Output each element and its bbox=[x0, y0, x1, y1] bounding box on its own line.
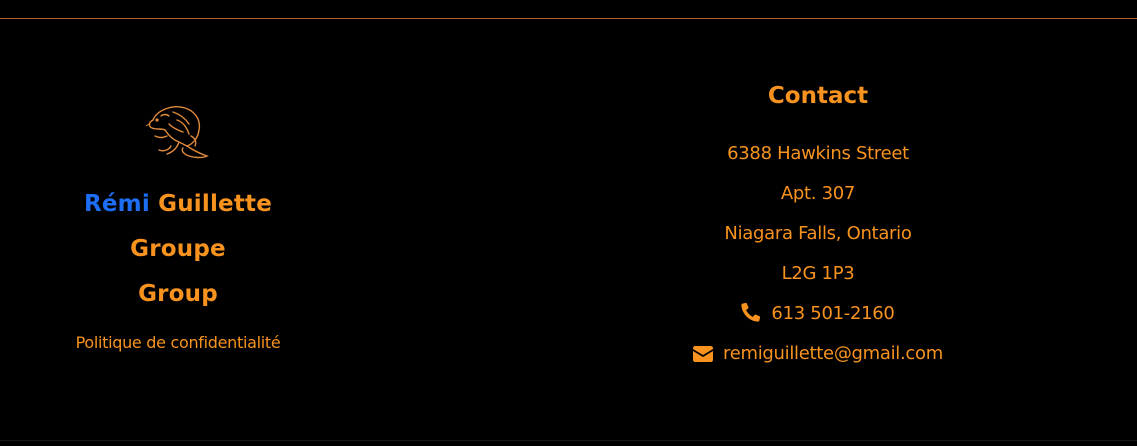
address-line-2: Apt. 307 bbox=[780, 183, 856, 204]
address-line-1: 6388 Hawkins Street bbox=[727, 143, 909, 164]
address-line-3: Niagara Falls, Ontario bbox=[724, 223, 912, 244]
contact-heading: Contact bbox=[767, 83, 869, 109]
brand-section: Rémi Guillette Groupe Group Politique de… bbox=[0, 90, 356, 352]
privacy-policy-link[interactable]: Politique de confidentialité bbox=[76, 333, 281, 352]
envelope-icon bbox=[693, 346, 713, 362]
brand-name: Rémi Guillette bbox=[0, 182, 356, 227]
email-link[interactable]: remiguillette@gmail.com bbox=[723, 343, 943, 364]
brand-line-group: Group bbox=[138, 281, 218, 307]
brand-last-name: Guillette bbox=[158, 191, 273, 217]
contact-section: Contact 6388 Hawkins Street Apt. 307 Nia… bbox=[498, 80, 1137, 374]
phone-row: 613 501-2160 bbox=[498, 294, 1137, 334]
postal-code: L2G 1P3 bbox=[781, 263, 855, 284]
email-row: remiguillette@gmail.com bbox=[498, 334, 1137, 374]
top-divider bbox=[0, 18, 1137, 19]
brand-line-groupe: Groupe bbox=[130, 236, 226, 262]
beaver-icon bbox=[145, 106, 209, 159]
bottom-divider bbox=[0, 440, 1137, 441]
brand-first-name: Rémi bbox=[83, 191, 150, 217]
phone-icon bbox=[741, 302, 761, 322]
phone-number: 613 501-2160 bbox=[771, 303, 895, 324]
